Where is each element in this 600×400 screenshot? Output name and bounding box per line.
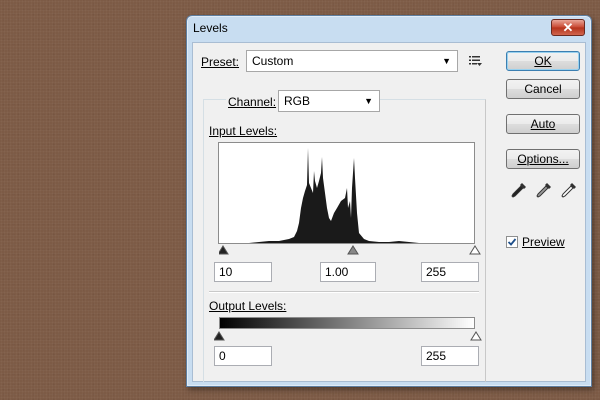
histogram-graph <box>249 148 419 243</box>
channel-value: RGB <box>284 94 311 108</box>
preview-label[interactable]: Preview <box>522 235 565 249</box>
channel-label-text: Channel: <box>228 95 277 109</box>
preview-label-text: Preview <box>522 235 565 249</box>
output-slider[interactable] <box>214 330 482 342</box>
ok-button[interactable]: OK <box>506 51 580 71</box>
separator <box>209 291 479 293</box>
ok-button-label: OK <box>534 54 552 68</box>
close-button[interactable]: ✕ <box>551 19 585 36</box>
input-gamma-field[interactable]: 1.00 <box>320 262 376 282</box>
preview-checkbox[interactable] <box>506 236 518 248</box>
preset-select[interactable]: Custom ▼ <box>246 50 458 72</box>
channel-select[interactable]: RGB ▼ <box>278 90 380 112</box>
input-white-slider[interactable] <box>469 245 481 255</box>
output-gradient-bar <box>219 317 475 329</box>
options-button[interactable]: Options... <box>506 149 580 169</box>
checkmark-icon <box>507 238 517 246</box>
preset-value: Custom <box>252 54 294 68</box>
input-levels-label: Input Levels: <box>209 124 277 138</box>
gray-eyedropper-icon[interactable] <box>536 182 552 200</box>
input-black-field[interactable]: 10 <box>214 262 272 282</box>
output-black-field[interactable]: 0 <box>214 346 272 366</box>
output-white-slider[interactable] <box>470 331 482 341</box>
preset-options-icon[interactable] <box>469 55 483 67</box>
output-black-slider[interactable] <box>214 331 225 341</box>
output-white-field[interactable]: 255 <box>421 346 479 366</box>
options-button-label: Options... <box>517 152 569 166</box>
title-bar[interactable]: Levels ✕ <box>187 16 591 42</box>
input-white-field[interactable]: 255 <box>421 262 479 282</box>
chevron-down-icon: ▼ <box>364 96 373 106</box>
preset-label: Preset: <box>201 55 239 69</box>
chevron-down-icon: ▼ <box>442 56 451 66</box>
output-levels-label: Output Levels: <box>209 299 286 313</box>
black-eyedropper-icon[interactable] <box>511 182 527 200</box>
dialog-title: Levels <box>193 21 228 35</box>
white-eyedropper-icon[interactable] <box>561 182 577 200</box>
auto-button[interactable]: Auto <box>506 114 580 134</box>
cancel-button[interactable]: Cancel <box>506 79 580 99</box>
dialog-body: Preset: Custom ▼ Channel: RGB ▼ Input Le… <box>192 42 586 382</box>
output-levels-label-text: Output Levels: <box>209 299 287 313</box>
input-slider[interactable] <box>219 244 483 256</box>
input-black-slider[interactable] <box>219 245 229 255</box>
levels-dialog: Levels ✕ Preset: Custom ▼ Channel: RGB ▼… <box>186 15 592 387</box>
input-gamma-slider[interactable] <box>347 245 359 255</box>
channel-label: Channel: <box>226 95 279 109</box>
histogram <box>218 142 475 244</box>
auto-button-label: Auto <box>530 117 556 131</box>
preset-label-text: Preset: <box>201 55 240 69</box>
input-levels-label-text: Input Levels: <box>209 124 278 138</box>
